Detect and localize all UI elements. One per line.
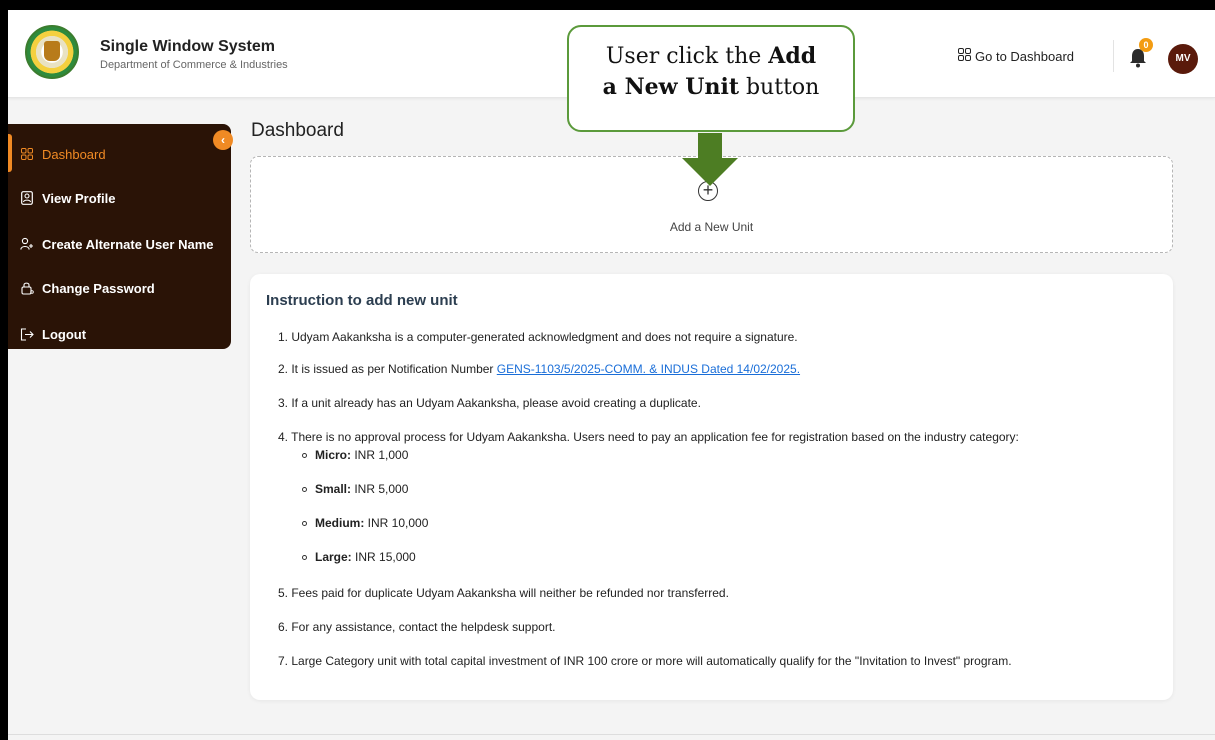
fee-category: Medium: <box>315 516 365 530</box>
footer-divider <box>8 734 1215 735</box>
instruction-item: 3. If a unit already has an Udyam Aakank… <box>278 396 701 410</box>
add-new-unit-label: Add a New Unit <box>669 220 754 234</box>
bullet-icon <box>302 520 307 526</box>
brand-subtitle: Department of Commerce & Industries <box>100 59 288 71</box>
instructions-card: Instruction to add new unit 1. Udyam Aak… <box>250 274 1173 700</box>
user-avatar[interactable]: MV <box>1168 44 1198 74</box>
go-to-dashboard-link[interactable]: Go to Dashboard <box>958 48 1074 64</box>
fee-item: Small: INR 5,000 <box>302 482 408 496</box>
sidebar-item-change-password[interactable]: Change Password <box>20 278 155 298</box>
logout-icon <box>20 327 34 341</box>
sidebar-item-label: Logout <box>42 326 87 342</box>
header-divider <box>1113 40 1114 72</box>
instruction-text: 2. It is issued as per Notification Numb… <box>278 362 497 376</box>
collapse-sidebar-button[interactable]: ‹ <box>213 130 233 150</box>
fee-category: Micro: <box>315 448 351 462</box>
fee-category: Large: <box>315 550 352 564</box>
notification-link[interactable]: GENS-1103/5/2025-COMM. & INDUS Dated 14/… <box>497 362 800 376</box>
instruction-item: 5. Fees paid for duplicate Udyam Aakanks… <box>278 586 729 600</box>
user-add-icon <box>20 237 34 251</box>
fee-amount: INR 5,000 <box>351 482 409 496</box>
down-arrow-icon <box>682 158 738 186</box>
grid-icon <box>958 48 971 64</box>
sidebar: ‹ Dashboard View Profile Create Alternat… <box>8 124 233 349</box>
sidebar-item-label: Create Alternate User Name <box>42 236 214 252</box>
sidebar-item-view-profile[interactable]: View Profile <box>20 188 115 208</box>
callout-arrow-shaft <box>698 133 722 159</box>
fee-category: Small: <box>315 482 352 496</box>
tutorial-callout: User click the Add a New Unit button <box>567 25 855 132</box>
bullet-icon <box>302 554 307 560</box>
bullet-icon <box>302 486 307 492</box>
callout-bold-text: a New Unit <box>602 74 739 100</box>
instruction-item: 1. Udyam Aakanksha is a computer-generat… <box>278 330 798 344</box>
government-emblem-logo <box>25 25 79 79</box>
instruction-item: 6. For any assistance, contact the helpd… <box>278 620 556 634</box>
fee-amount: INR 15,000 <box>351 550 416 564</box>
instructions-title: Instruction to add new unit <box>266 292 458 309</box>
grid-icon <box>20 147 34 161</box>
sidebar-item-dashboard[interactable]: Dashboard <box>20 144 106 164</box>
brand-title: Single Window System <box>100 38 275 55</box>
fee-item: Micro: INR 1,000 <box>302 448 408 462</box>
emblem-center <box>44 41 60 61</box>
sidebar-item-create-alternate-user-name[interactable]: Create Alternate User Name <box>20 234 213 254</box>
fee-amount: INR 1,000 <box>351 448 409 462</box>
sidebar-item-label: View Profile <box>42 190 116 206</box>
go-to-dashboard-label: Go to Dashboard <box>975 48 1075 64</box>
callout-line-2: a New Unit button <box>569 72 853 103</box>
bullet-icon <box>302 452 307 458</box>
callout-text: User click the <box>605 44 769 69</box>
notification-badge: 0 <box>1139 38 1153 52</box>
profile-doc-icon <box>20 191 34 205</box>
callout-bold-text: Add <box>768 43 817 69</box>
fee-amount: INR 10,000 <box>364 516 429 530</box>
active-indicator <box>8 134 12 172</box>
sidebar-item-label: Change Password <box>42 280 155 296</box>
sidebar-item-logout[interactable]: Logout <box>20 324 86 344</box>
instruction-item: 7. Large Category unit with total capita… <box>278 654 1012 668</box>
callout-text: button <box>738 75 820 100</box>
instruction-item: 4. There is no approval process for Udya… <box>278 430 1019 444</box>
fee-item: Large: INR 15,000 <box>302 550 416 564</box>
lock-icon <box>20 281 34 295</box>
callout-line-1: User click the Add <box>569 41 853 72</box>
instruction-item: 2. It is issued as per Notification Numb… <box>278 362 800 376</box>
app-window: Single Window System Department of Comme… <box>8 10 1215 740</box>
page-title: Dashboard <box>251 120 344 141</box>
fee-item: Medium: INR 10,000 <box>302 516 428 530</box>
sidebar-item-label: Dashboard <box>42 146 106 162</box>
